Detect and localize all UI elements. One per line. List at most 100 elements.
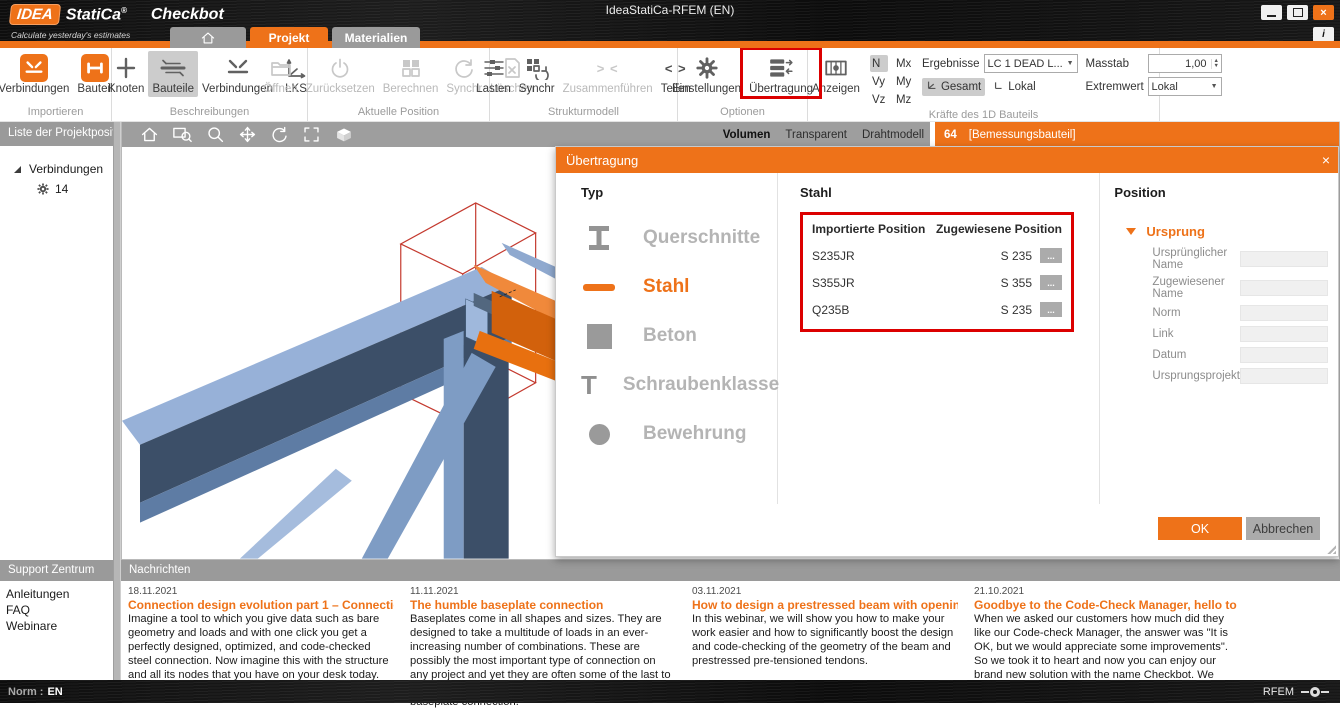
stahl-header: Stahl [800,185,1099,200]
typ-item-schraubenklasse[interactable]: T Schraubenklasse [581,371,777,399]
article-title[interactable]: The humble baseplate connection [410,598,676,612]
tab-home[interactable] [170,27,246,48]
ursprung-group[interactable]: Ursprung [1114,224,1328,239]
typ-item-stahl[interactable]: Stahl [581,273,777,301]
datum-field[interactable] [1240,347,1328,363]
rotate-icon[interactable] [270,125,289,144]
typ-item-bewehrung[interactable]: Bewehrung [581,420,777,448]
einstellungen-button[interactable]: Einstellungen [668,51,745,97]
solid-box-icon[interactable] [334,125,354,144]
link-field[interactable] [1240,326,1328,342]
panel-splitter[interactable] [113,121,121,560]
local-axis-icon [993,79,1005,94]
global-axis-icon [926,79,938,94]
assigned-name-field[interactable] [1240,280,1328,296]
home-view-icon[interactable] [140,125,159,144]
title-bar: IdeaStatiCa-RFEM (EN) × i IDEA StatiCa® … [0,0,1340,48]
article-title[interactable]: How to design a prestressed beam with op… [692,598,958,612]
typ-list: Querschnitte Stahl Beton T Schraubenklas… [581,224,777,448]
tab-materialien[interactable]: Materialien [332,27,420,48]
source-project-field[interactable] [1240,368,1328,384]
uebertragung-dialog: Übertragung × Typ Querschnitte Stahl Bet… [555,146,1339,557]
toggle-mx[interactable]: Mx [894,55,914,72]
dialog-close-icon[interactable]: × [1322,152,1330,168]
info-button[interactable]: i [1313,27,1334,42]
support-links: Anleitungen FAQ Webinare [0,581,113,633]
dropdown-arrow-icon: ▼ [1067,60,1074,67]
browse-material-button[interactable]: ... [1040,275,1062,290]
imported-material: Q235B [812,303,980,317]
import-verbindungen-button[interactable]: Verbindungen [0,51,73,97]
article-title[interactable]: Connection design evolution part 1 – Con… [128,598,394,612]
fit-view-icon[interactable] [302,125,321,144]
expander-icon[interactable] [14,166,21,173]
synchr-struktur-button[interactable]: Synchr [515,51,559,97]
dialog-header[interactable]: Übertragung × [556,147,1338,173]
lokal-toggle[interactable]: Lokal [989,78,1040,96]
minimize-button[interactable] [1261,5,1282,20]
app-logo: IDEA StatiCa® Checkbot [10,4,224,25]
zoom-window-icon[interactable] [172,125,193,144]
panel-splitter[interactable] [113,560,121,680]
gear-icon [692,53,722,83]
position-fields: Ursprünglicher Name Zugewiesener Name No… [1114,247,1328,384]
ribbon: Verbindungen Bauteil Importieren Knoten … [0,48,1340,122]
gesamt-toggle[interactable]: Gesamt [922,78,985,96]
pan-icon[interactable] [238,125,257,144]
uebertragung-button[interactable]: Übertragung [745,51,817,97]
maximize-button[interactable] [1287,5,1308,20]
project-list-header: Liste der Projektpositione [0,121,113,146]
mode-transparent[interactable]: Transparent [785,129,847,141]
col-assigned: Zugewiesene Position [936,222,1062,236]
browse-material-button[interactable]: ... [1040,248,1062,263]
typ-header: Typ [581,185,777,200]
toggle-vy[interactable]: Vy [870,73,888,90]
toggle-vz[interactable]: Vz [870,91,888,108]
ribbon-group-kraefte: Anzeigen N Mx Vy My Vz Mz Ergebnisse LC … [808,48,1160,121]
toggle-n[interactable]: N [870,55,888,72]
article-body: In this webinar, we will show you how to… [692,613,958,669]
lasten-button[interactable]: Lasten [472,51,515,97]
group-label-importieren: Importieren [0,105,111,121]
stahl-column: Stahl Importierte Position Zugewiesene P… [778,173,1100,504]
mode-drahtmodell[interactable]: Drahtmodell [862,129,924,141]
article-title[interactable]: Goodbye to the Code-Check Manager, hello… [974,598,1240,612]
group-label-kraefte: Kräfte des 1D Bauteils [808,108,1159,124]
collapse-arrow-icon[interactable] [1126,228,1136,235]
toggle-my[interactable]: My [894,73,914,90]
ok-button[interactable]: OK [1158,517,1242,540]
cancel-button[interactable]: Abbrechen [1246,517,1320,540]
group-label-strukturmodell: Strukturmodell [490,105,677,121]
zuruecksetzen-button: Zurücksetzen [302,51,379,97]
news-header: Nachrichten [121,560,1340,581]
main-tabs: Projekt Materialien [170,27,420,48]
link-webinare[interactable]: Webinare [6,619,113,633]
norm-field[interactable] [1240,305,1328,321]
link-faq[interactable]: FAQ [6,603,113,617]
close-button[interactable]: × [1313,5,1334,20]
zoom-icon[interactable] [206,125,225,144]
toggle-mz[interactable]: Mz [894,91,914,108]
tab-projekt[interactable]: Projekt [250,27,328,48]
tree-node-verbindungen[interactable]: Verbindungen [14,162,113,176]
typ-item-beton[interactable]: Beton [581,322,777,350]
browse-material-button[interactable]: ... [1040,302,1062,317]
bauteile-button[interactable]: Bauteile [148,51,198,97]
knoten-button[interactable]: Knoten [104,51,148,97]
typ-item-querschnitte[interactable]: Querschnitte [581,224,777,252]
resize-grip[interactable] [1326,544,1336,554]
assigned-material: S 355 [980,276,1040,290]
original-name-field[interactable] [1240,251,1328,267]
mode-volumen[interactable]: Volumen [723,129,771,141]
brand-tagline: Calculate yesterday's estimates [11,30,130,40]
statica-logo: StatiCa [66,6,121,23]
gear-icon [36,182,50,196]
connection-status: RFEM [1263,686,1330,698]
ergebnisse-select[interactable]: LC 1 DEAD L... ▼ [984,54,1078,73]
idea-logo: IDEA [9,4,61,25]
tree-node-count[interactable]: 14 [36,182,113,196]
link-anleitungen[interactable]: Anleitungen [6,587,113,601]
article-date: 18.11.2021 [128,586,394,597]
typ-column: Typ Querschnitte Stahl Beton T Sch [556,173,778,504]
dialog-footer: OK Abbrechen [556,504,1338,556]
